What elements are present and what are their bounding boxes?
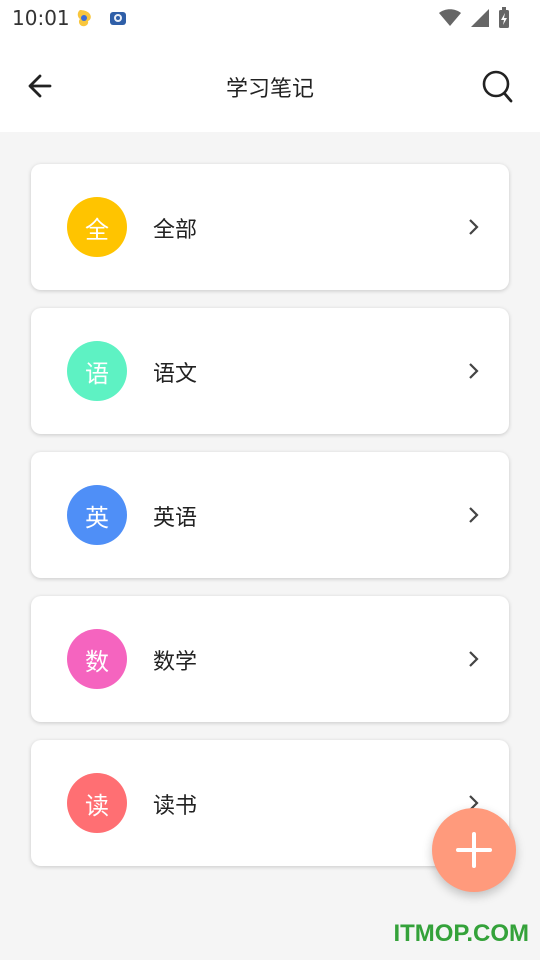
category-label: 语文 (153, 362, 198, 387)
chevron-right-icon (469, 363, 479, 379)
category-card-chinese[interactable]: 语 语文 (31, 308, 509, 434)
status-time: 10:01 (12, 6, 70, 30)
status-icons (438, 7, 510, 29)
chevron-right-icon (469, 507, 479, 523)
category-card-all[interactable]: 全 全部 (31, 164, 509, 290)
notification-app-icon (77, 10, 91, 27)
add-note-button[interactable] (432, 808, 516, 892)
plus-icon (456, 832, 492, 868)
category-badge: 数 (67, 629, 127, 689)
page-title: 学习笔记 (225, 77, 314, 102)
category-label: 全部 (153, 218, 198, 243)
category-list: 全 全部 语 语文 英 英语 数 数学 读 读书 (31, 164, 509, 884)
signal-icon (471, 9, 489, 27)
category-badge: 语 (67, 341, 127, 401)
app-toolbar: 学习笔记 (0, 38, 540, 132)
notification-app-icon (110, 12, 126, 25)
category-label: 英语 (153, 506, 198, 531)
wifi-icon (439, 9, 461, 26)
category-badge: 读 (67, 773, 127, 833)
status-bar: 10:01 (0, 0, 540, 38)
category-badge: 全 (67, 197, 127, 257)
chevron-right-icon (469, 219, 479, 235)
category-badge: 英 (67, 485, 127, 545)
category-card-math[interactable]: 数 数学 (31, 596, 509, 722)
category-label: 数学 (153, 650, 198, 675)
chevron-right-icon (469, 651, 479, 667)
search-icon[interactable] (478, 66, 518, 106)
watermark-text: ITMOP.COM (393, 920, 529, 947)
category-card-english[interactable]: 英 英语 (31, 452, 509, 578)
battery-icon (499, 7, 509, 28)
category-label: 读书 (153, 794, 198, 819)
